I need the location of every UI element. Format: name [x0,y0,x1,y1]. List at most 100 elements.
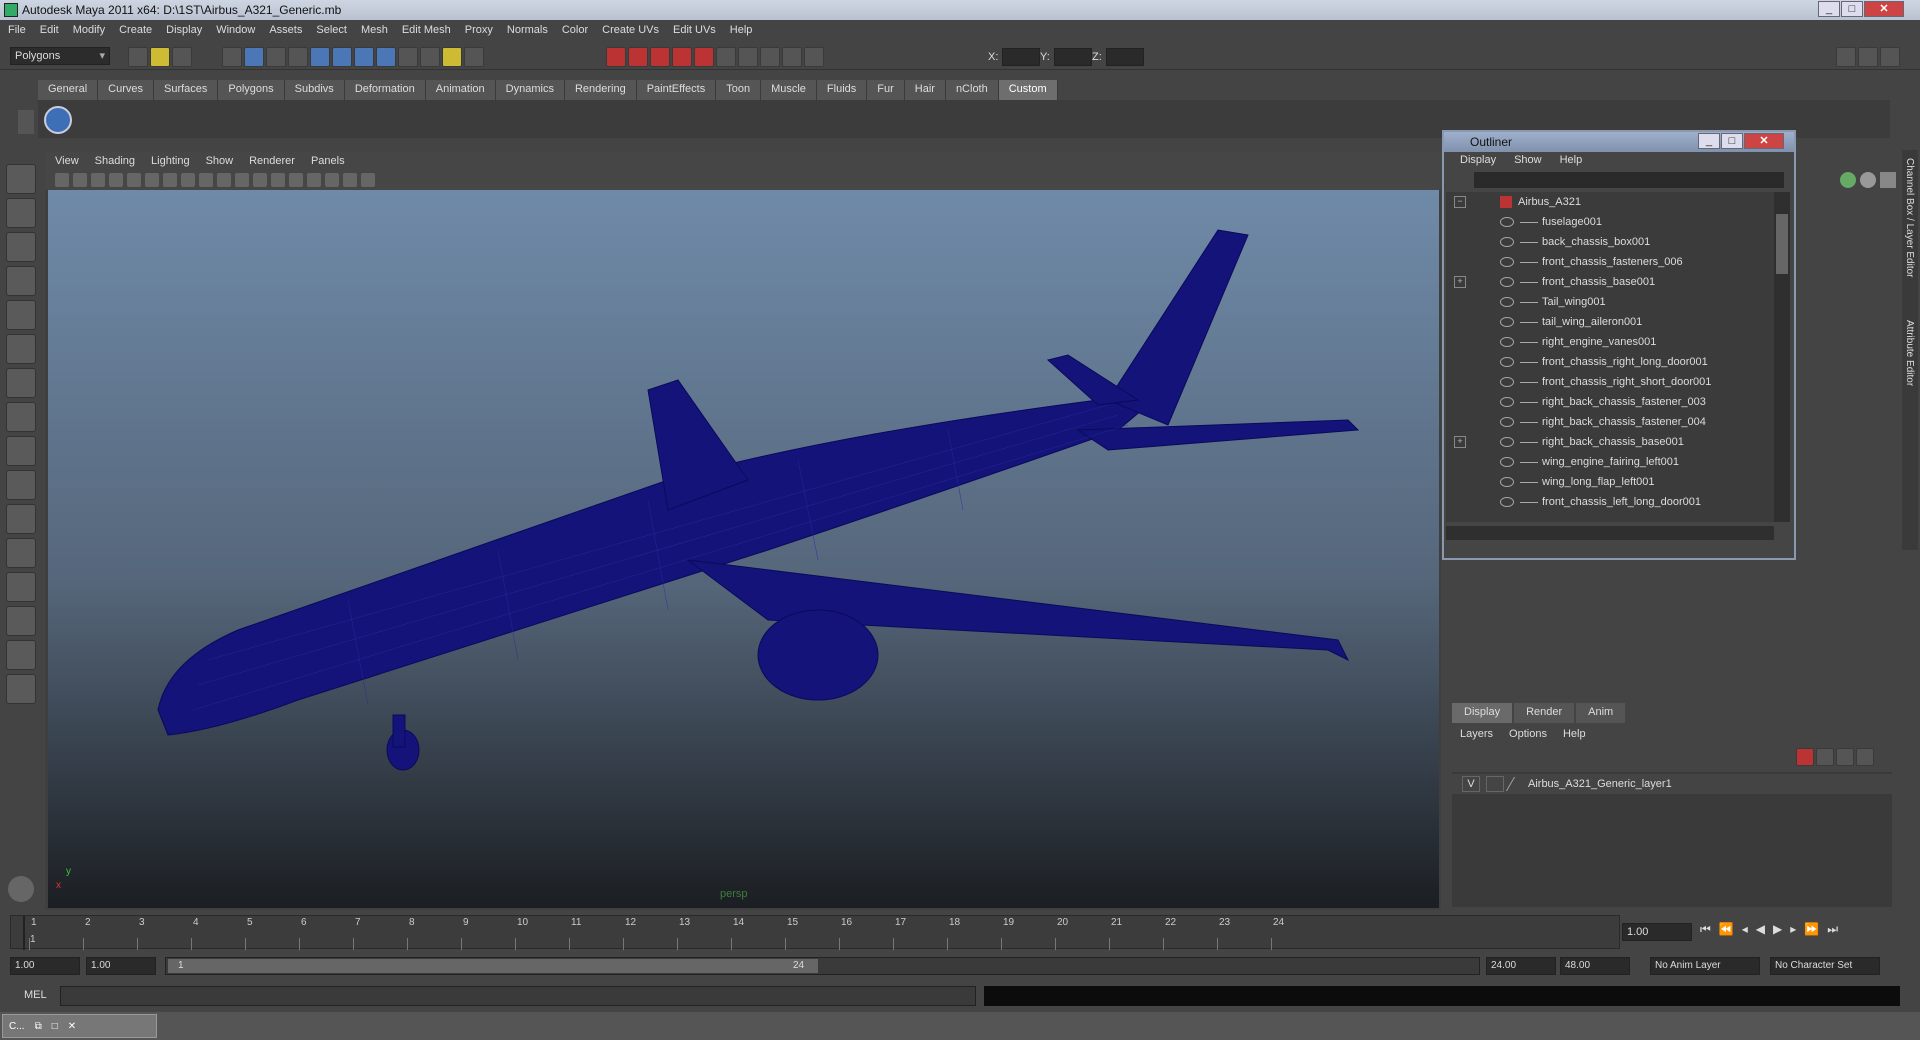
shelf-menu-icon[interactable] [18,110,34,134]
character-set-dropdown[interactable]: No Character Set [1770,957,1880,975]
bookmark-icon[interactable] [91,173,105,187]
snap-grid-icon[interactable] [288,47,308,67]
save-scene-icon[interactable] [172,47,192,67]
list-item[interactable]: back_chassis_box001 [1446,232,1774,252]
step-forward-frame-icon[interactable]: ▸ [1790,922,1796,937]
outliner-maximize-button[interactable]: □ [1721,133,1743,149]
camera-select-icon[interactable] [55,173,69,187]
vp-menu-view[interactable]: View [55,155,79,167]
tab-display[interactable]: Display [1452,703,1513,723]
shelf-tab-fur[interactable]: Fur [867,80,905,100]
xray-icon[interactable] [343,173,357,187]
vp-menu-lighting[interactable]: Lighting [151,155,190,167]
menu-edit-mesh[interactable]: Edit Mesh [402,24,451,36]
vp-menu-panels[interactable]: Panels [311,155,345,167]
render-frame-icon[interactable] [606,47,626,67]
menu-normals[interactable]: Normals [507,24,548,36]
shelf-tab-polygons[interactable]: Polygons [218,80,285,100]
shadows-icon[interactable] [307,173,321,187]
minimize-button[interactable]: _ [1818,1,1840,17]
step-back-frame-icon[interactable]: ◂ [1742,922,1748,937]
safe-action-icon[interactable] [199,173,213,187]
layout-four-icon[interactable] [6,538,36,568]
snap-curve-icon[interactable] [310,47,330,67]
layer-color-swatch-icon[interactable] [1505,777,1527,791]
maximize-icon[interactable]: □ [52,1021,58,1032]
command-language-label[interactable]: MEL [24,989,47,1001]
layer-display-type-toggle[interactable] [1486,776,1504,792]
layer-row[interactable]: V Airbus_A321_Generic_layer1 [1452,774,1892,794]
help-icon[interactable] [420,47,440,67]
perspective-viewport[interactable]: x y [48,190,1439,908]
textured-icon[interactable] [271,173,285,187]
outliner-menu-show[interactable]: Show [1514,154,1542,170]
layout-custom-icon[interactable] [6,674,36,704]
list-item[interactable]: right_back_chassis_fastener_004 [1446,412,1774,432]
range-slider[interactable]: 1 24 [165,957,1480,975]
gate-mask-icon[interactable] [163,173,177,187]
smooth-shade-icon[interactable] [253,173,267,187]
wireframe-icon[interactable] [235,173,249,187]
list-item[interactable]: right_back_chassis_fastener_003 [1446,392,1774,412]
outliner-root-row[interactable]: − Airbus_A321 [1446,192,1774,212]
outliner-filter-field[interactable] [1474,172,1784,188]
y-coord-field[interactable] [1054,48,1092,66]
image-plane-icon[interactable] [109,173,123,187]
list-item[interactable]: right_engine_vanes001 [1446,332,1774,352]
delete-layer-icon[interactable] [1796,748,1814,766]
maximize-button[interactable]: □ [1841,1,1863,17]
new-layer-from-selection-icon[interactable] [1856,748,1874,766]
shelf-tab-dynamics[interactable]: Dynamics [495,80,565,100]
range-slider-thumb[interactable]: 1 24 [168,959,818,973]
menu-edit-uvs[interactable]: Edit UVs [673,24,716,36]
menu-mesh[interactable]: Mesh [361,24,388,36]
restore-icon[interactable]: ⧉ [35,1021,42,1032]
ipr-render-icon[interactable] [628,47,648,67]
shelf-tab-rendering[interactable]: Rendering [564,80,637,100]
outliner-menu-help[interactable]: Help [1560,154,1583,170]
toggle-channel-panel-icon[interactable] [1858,47,1878,67]
time-slider[interactable]: 1 1 2 3 4 5 6 7 8 9 10 11 12 13 14 15 16 17 18 19 20 21 22 23 2… [10,915,1620,950]
menu-modify[interactable]: Modify [73,24,105,36]
menu-proxy[interactable]: Proxy [465,24,493,36]
outliner-vertical-scrollbar[interactable] [1774,192,1790,522]
camera-attributes-icon[interactable] [73,173,87,187]
tab-anim[interactable]: Anim [1576,703,1626,723]
menu-color[interactable]: Color [562,24,588,36]
close-button[interactable]: ✕ [1864,1,1904,17]
list-item[interactable]: Tail_wing001 [1446,292,1774,312]
history-icon[interactable] [398,47,418,67]
toggle-tool-panel-icon[interactable] [1880,47,1900,67]
command-input-field[interactable] [60,986,976,1006]
play-backward-icon[interactable]: ◀ [1756,922,1765,937]
menu-assets[interactable]: Assets [269,24,302,36]
paint-select-tool-icon[interactable] [6,232,36,262]
film-gate-icon[interactable] [127,173,141,187]
snap-plane-icon[interactable] [354,47,374,67]
show-manipulator-icon[interactable] [6,436,36,466]
select-tool-icon[interactable] [6,164,36,194]
list-item[interactable]: front_chassis_fasteners_006 [1446,252,1774,272]
list-item[interactable]: fuselage001 [1446,212,1774,232]
shelf-tab-hair[interactable]: Hair [904,80,946,100]
shelf-tab-fluids[interactable]: Fluids [816,80,868,100]
select-component-icon[interactable] [266,47,286,67]
menu-create[interactable]: Create [119,24,152,36]
attribute-editor-toggle-icon[interactable] [760,47,780,67]
open-scene-icon[interactable] [150,47,170,67]
anim-layer-dropdown[interactable]: No Anim Layer [1650,957,1760,975]
layout-outliner-icon[interactable] [6,572,36,602]
scale-tool-icon[interactable] [6,334,36,364]
make-live-icon[interactable] [376,47,396,67]
list-item[interactable]: + right_back_chassis_base001 [1446,432,1774,452]
new-layer-icon[interactable] [1836,748,1854,766]
xray-joints-icon[interactable] [361,173,375,187]
animation-start-field[interactable]: 1.00 [10,957,80,975]
shelf-tab-custom[interactable]: Custom [998,80,1058,100]
tab-render[interactable]: Render [1514,703,1575,723]
hypershade-icon[interactable] [672,47,692,67]
shelf-tab-ncloth[interactable]: nCloth [945,80,999,100]
outliner-close-button[interactable]: ✕ [1744,133,1784,149]
shelf-tab-animation[interactable]: Animation [425,80,496,100]
play-forward-icon[interactable]: ▶ [1773,922,1782,937]
